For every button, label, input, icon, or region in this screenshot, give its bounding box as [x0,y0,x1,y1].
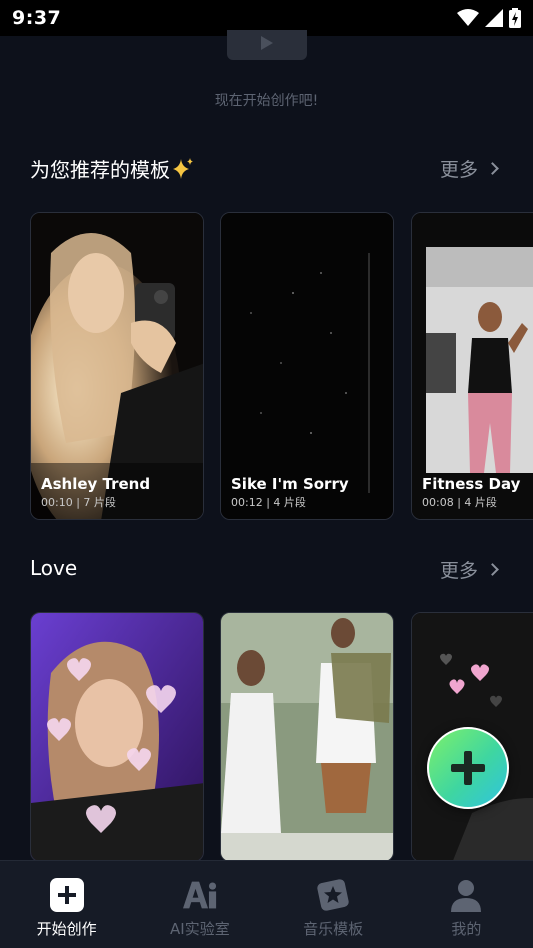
template-thumbnail [412,213,533,519]
nav-label: 我的 [451,920,482,938]
chevron-right-icon [486,563,499,576]
recommended-section-title: 为您推荐的模板 [30,154,195,183]
status-time: 9:37 [12,7,62,29]
template-card-fitness-day[interactable]: Fitness Day 00:08 | 4 片段 [411,212,533,520]
card-title: Fitness Day [422,475,521,493]
cellular-signal-icon [485,9,503,27]
template-card-ashley-trend[interactable]: Ashley Trend 00:10 | 7 片段 [30,212,204,520]
app-screen: 9:37 现在开始创作吧! 为您推荐的模板 更多 Ashley Trend 00… [0,0,533,948]
plus-icon [451,751,485,785]
music-star-icon [316,878,350,912]
nav-item-ai-lab[interactable]: AI实验室 [133,861,266,948]
bottom-navigation: 开始创作 AI实验室 音乐模板 我的 [0,860,533,948]
battery-charging-icon [509,8,521,28]
template-thumbnail [221,613,393,861]
chevron-right-icon [486,162,499,175]
nav-label: AI实验室 [170,920,230,938]
sparkle-icon [173,158,193,179]
love-more-link[interactable]: 更多 [439,556,499,583]
empty-state-message: 现在开始创作吧! [214,93,319,109]
ai-icon [182,878,217,912]
card-meta: 00:12 | 4 片段 [231,496,306,509]
template-thumbnail [221,213,393,519]
nav-item-start-create[interactable]: 开始创作 [0,861,133,948]
wifi-icon [457,9,479,26]
card-meta: 00:08 | 4 片段 [422,496,497,509]
template-card-sike-im-sorry[interactable]: Sike I'm Sorry 00:12 | 4 片段 [220,212,394,520]
love-section-title: Love [30,556,78,580]
card-meta: 00:10 | 7 片段 [41,496,116,509]
nav-item-profile[interactable]: 我的 [400,861,533,948]
nav-label: 音乐模板 [303,920,364,938]
template-thumbnail [31,613,203,861]
card-title: Ashley Trend [41,475,151,493]
plus-square-icon [49,878,84,912]
card-title: Sike I'm Sorry [231,475,349,493]
empty-state-thumbnail [227,30,307,60]
love-template-card-1[interactable] [30,612,204,862]
recommended-title-text: 为您推荐的模板 [30,158,170,182]
recommended-more-label: 更多 [439,159,478,181]
status-icons [457,8,521,28]
template-thumbnail [31,213,203,519]
create-fab-button[interactable] [427,727,509,809]
user-icon [449,878,483,912]
play-icon [261,36,273,50]
nav-label: 开始创作 [36,920,97,938]
recommended-more-link[interactable]: 更多 [439,155,499,182]
love-more-label: 更多 [439,560,478,582]
nav-item-music-templates[interactable]: 音乐模板 [267,861,400,948]
love-template-card-2[interactable] [220,612,394,862]
